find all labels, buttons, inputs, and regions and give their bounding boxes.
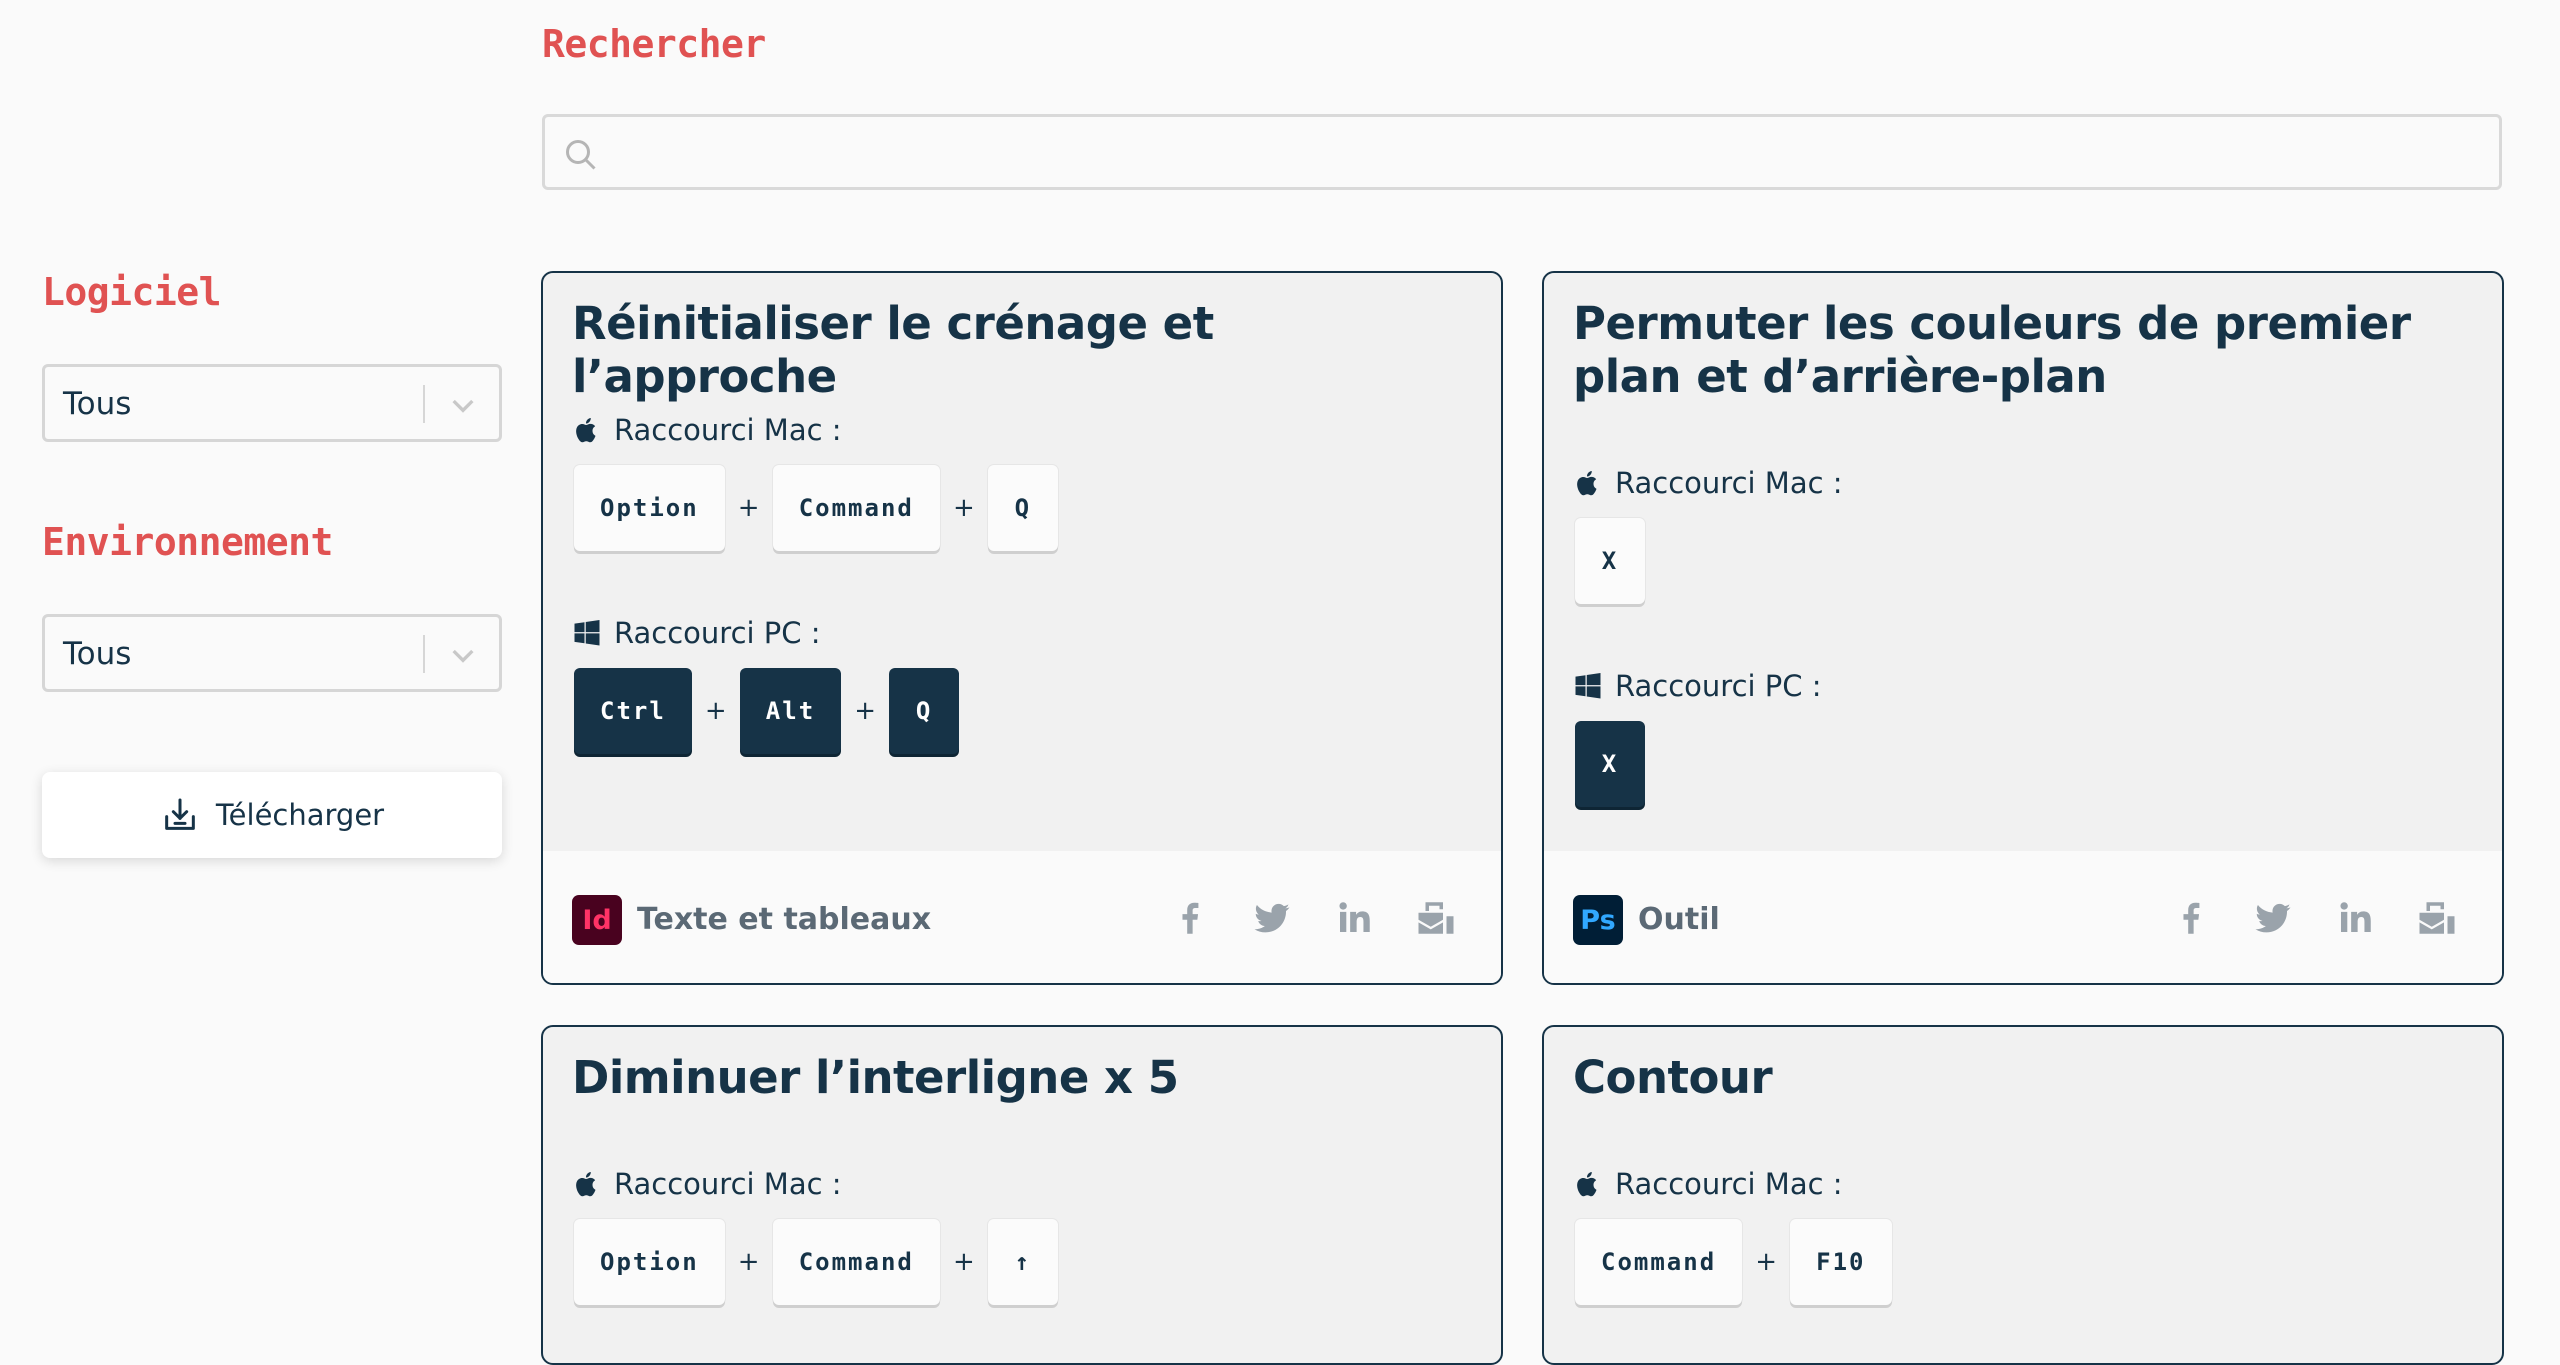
environnement-select-value: Tous (63, 636, 132, 672)
pc-shortcut-text: Raccourci PC : (614, 616, 821, 650)
plus-sign: + (854, 696, 877, 726)
chevron-down-icon[interactable] (447, 639, 479, 671)
linkedin-icon[interactable] (1333, 897, 1375, 939)
mac-shortcut-label: Raccourci Mac : (1573, 466, 1843, 500)
apple-icon (576, 1172, 596, 1197)
key: Command (772, 465, 940, 551)
shortcut-card[interactable]: Diminuer l’interligne x 5 Raccourci Mac … (541, 1025, 1503, 1365)
key: Q (889, 668, 960, 754)
category-label: Texte et tableaux (637, 902, 932, 937)
share-icon[interactable] (1415, 897, 1457, 939)
key: Command (772, 1219, 940, 1305)
shortcut-card[interactable]: Contour Raccourci Mac : Command + F10 (1542, 1025, 2504, 1365)
select-separator (423, 635, 425, 673)
key: X (1575, 518, 1645, 604)
mac-shortcut-label: Raccourci Mac : (572, 413, 842, 447)
search-input[interactable] (609, 117, 2489, 187)
key: F10 (1790, 1219, 1892, 1305)
plus-sign: + (737, 493, 760, 523)
search-box[interactable] (542, 114, 2502, 190)
facebook-icon[interactable] (1169, 897, 1211, 939)
plus-sign: + (1755, 1247, 1778, 1277)
key: Q (987, 465, 1058, 551)
download-label: Télécharger (215, 798, 385, 832)
social-share (2170, 897, 2458, 939)
mac-shortcut-label: Raccourci Mac : (572, 1167, 842, 1201)
pc-shortcut-label: Raccourci PC : (572, 616, 821, 650)
linkedin-icon[interactable] (2334, 897, 2376, 939)
card-footer: Ps Outil (1544, 851, 2502, 983)
apple-icon (1577, 471, 1597, 496)
mac-shortcut-label: Raccourci Mac : (1573, 1167, 1843, 1201)
key: Command (1575, 1219, 1743, 1305)
card-footer: Id Texte et tableaux (543, 851, 1501, 983)
chevron-down-icon[interactable] (447, 389, 479, 421)
download-button[interactable]: Télécharger (42, 772, 502, 858)
pc-keys: Ctrl + Alt + Q (574, 668, 960, 754)
pc-shortcut-text: Raccourci PC : (1615, 669, 1822, 703)
pc-shortcut-label: Raccourci PC : (1573, 669, 1822, 703)
key: X (1575, 721, 1645, 807)
facebook-icon[interactable] (2170, 897, 2212, 939)
apple-icon (1577, 1172, 1597, 1197)
indesign-app-icon: Id (572, 895, 622, 945)
shortcut-card[interactable]: Permuter les couleurs de premier plan et… (1542, 271, 2504, 985)
mac-shortcut-text: Raccourci Mac : (614, 413, 842, 447)
mac-keys: Option + Command + Q (574, 465, 1058, 551)
card-title: Contour (1573, 1051, 1773, 1104)
mac-keys: Command + F10 (1575, 1219, 1892, 1305)
download-icon (165, 798, 195, 830)
environnement-filter-title: Environnement (42, 520, 333, 564)
select-separator (423, 385, 425, 423)
card-title: Permuter les couleurs de premier plan et… (1573, 297, 2411, 403)
social-share (1169, 897, 1457, 939)
windows-icon (574, 620, 600, 646)
key: ↑ (987, 1219, 1058, 1305)
plus-sign: + (952, 493, 975, 523)
photoshop-app-icon: Ps (1573, 895, 1623, 945)
mac-keys: Option + Command + ↑ (574, 1219, 1058, 1305)
key: Alt (739, 668, 842, 754)
mac-keys: X (1575, 518, 1645, 604)
plus-sign: + (704, 696, 727, 726)
logiciel-select[interactable]: Tous (42, 364, 502, 442)
mac-shortcut-text: Raccourci Mac : (1615, 1167, 1843, 1201)
apple-icon (576, 418, 596, 443)
search-icon (566, 140, 596, 170)
search-title: Rechercher (542, 22, 766, 66)
key: Option (574, 1219, 725, 1305)
mac-shortcut-text: Raccourci Mac : (1615, 466, 1843, 500)
share-icon[interactable] (2416, 897, 2458, 939)
shortcut-card[interactable]: Réinitialiser le crénage et l’approche R… (541, 271, 1503, 985)
card-title: Réinitialiser le crénage et l’approche (572, 297, 1214, 403)
category-label: Outil (1638, 902, 1720, 937)
pc-keys: X (1575, 721, 1645, 807)
plus-sign: + (737, 1247, 760, 1277)
key: Option (574, 465, 725, 551)
logiciel-select-value: Tous (63, 386, 132, 422)
key: Ctrl (574, 668, 692, 754)
windows-icon (1575, 673, 1601, 699)
logiciel-filter-title: Logiciel (42, 270, 222, 314)
plus-sign: + (952, 1247, 975, 1277)
twitter-icon[interactable] (1251, 897, 1293, 939)
mac-shortcut-text: Raccourci Mac : (614, 1167, 842, 1201)
twitter-icon[interactable] (2252, 897, 2294, 939)
environnement-select[interactable]: Tous (42, 614, 502, 692)
card-title: Diminuer l’interligne x 5 (572, 1051, 1179, 1104)
